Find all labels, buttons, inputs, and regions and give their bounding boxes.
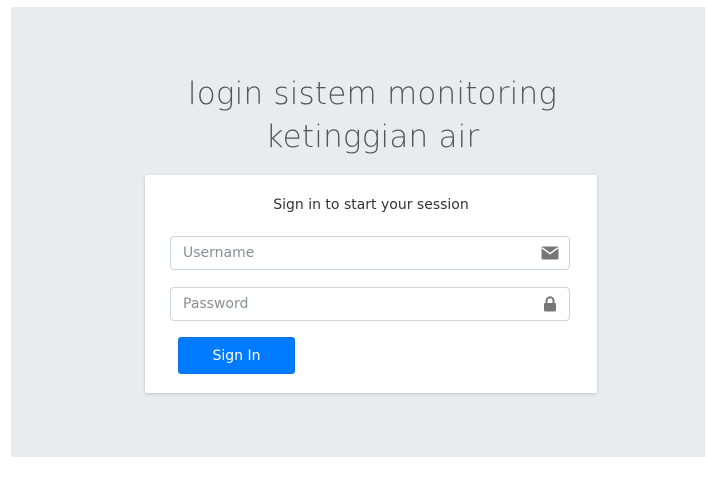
sign-in-button[interactable]: Sign In bbox=[178, 337, 295, 374]
login-title-line-2: ketinggian air bbox=[265, 119, 480, 155]
password-input-group bbox=[170, 287, 570, 321]
login-box: Sign in to start your session Sign In bbox=[145, 175, 597, 393]
username-input-group bbox=[170, 236, 570, 270]
lock-icon bbox=[531, 288, 569, 320]
login-title-line-1: login sistem monitoring bbox=[187, 76, 558, 112]
envelope-icon bbox=[531, 237, 569, 269]
login-logo: login sistem monitoring ketinggian air bbox=[11, 73, 706, 159]
login-box-message: Sign in to start your session bbox=[273, 197, 469, 213]
password-input[interactable] bbox=[171, 288, 526, 320]
username-input[interactable] bbox=[171, 237, 526, 269]
